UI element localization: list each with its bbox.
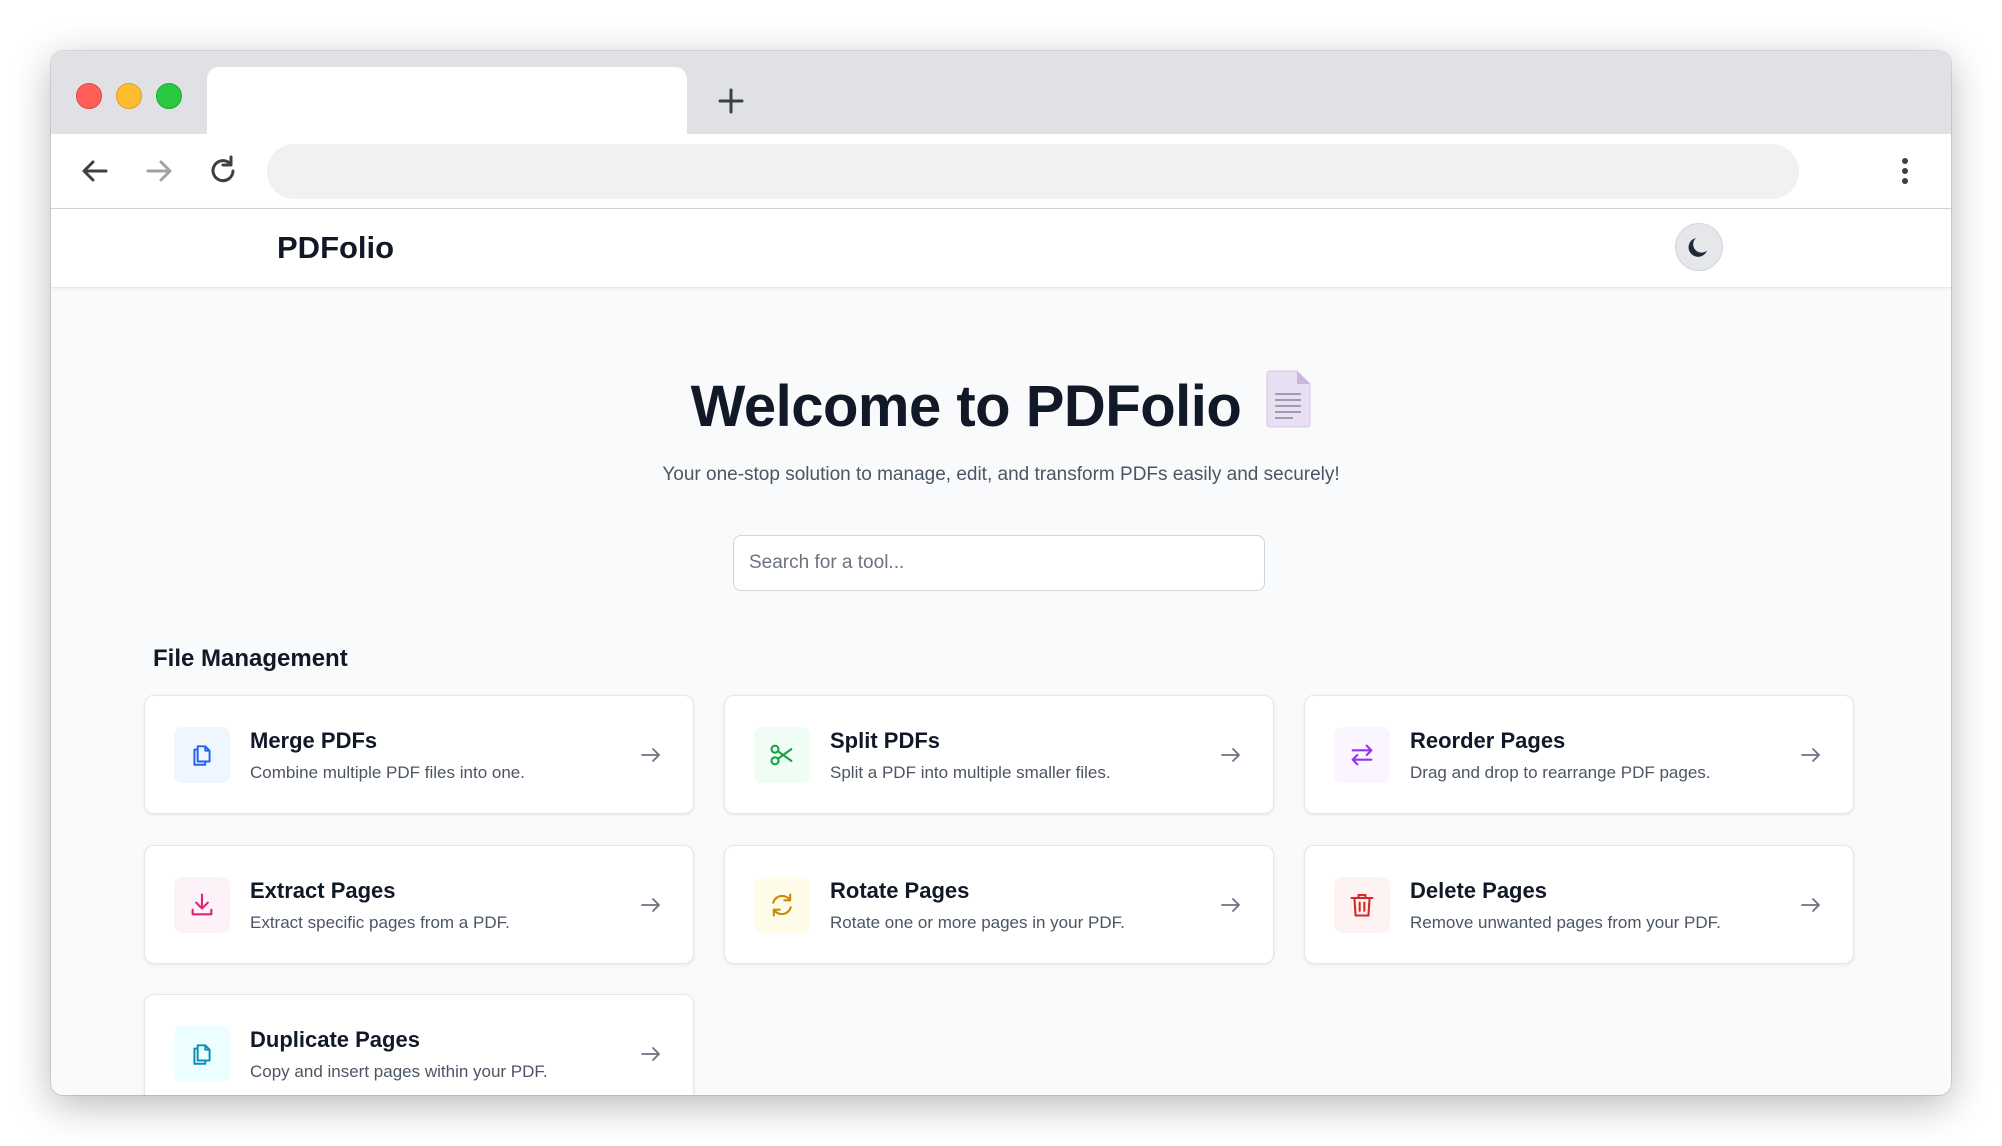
tool-title: Reorder Pages: [1410, 728, 1566, 753]
tab-strip: [51, 51, 1951, 134]
swap-arrows-icon: [1351, 744, 1373, 766]
arrow-right-icon: [641, 1047, 660, 1061]
forward-arrow-icon[interactable]: [142, 154, 176, 188]
tool-title: Delete Pages: [1410, 878, 1547, 903]
rotate-icon: [772, 893, 792, 917]
tool-description: Remove unwanted pages from your PDF.: [1410, 913, 1721, 932]
tool-description: Extract specific pages from a PDF.: [250, 913, 510, 932]
hero-subtitle: Your one-stop solution to manage, edit, …: [662, 464, 1340, 485]
scissors-icon: [770, 744, 793, 766]
brand-logo-text[interactable]: PDFolio: [277, 230, 394, 266]
tool-icon-box: [1334, 877, 1390, 933]
tool-title: Duplicate Pages: [250, 1027, 420, 1052]
browser-window: PDFolio Welcome to PDFolio Your one-stop…: [51, 51, 1951, 1095]
app-header: PDFolio: [51, 209, 1951, 288]
tool-icon-box: [174, 727, 230, 783]
tool-description: Split a PDF into multiple smaller files.: [830, 763, 1111, 782]
tool-title: Merge PDFs: [250, 728, 378, 753]
more-options-icon[interactable]: [1895, 154, 1915, 188]
moon-icon: [1688, 238, 1707, 257]
reload-icon[interactable]: [206, 154, 240, 188]
tool-icon-box: [754, 877, 810, 933]
duplicate-icon: [193, 1044, 211, 1065]
trash-icon: [1350, 894, 1374, 917]
back-arrow-icon[interactable]: [78, 154, 112, 188]
tool-search-input[interactable]: [733, 535, 1265, 591]
hero-title-text: Welcome to PDFolio: [690, 374, 1242, 439]
arrow-right-icon: [641, 898, 660, 912]
tool-title: Split PDFs: [830, 728, 941, 753]
download-icon: [191, 893, 213, 916]
tool-card-delete-pages[interactable]: Delete Pages Remove unwanted pages from …: [1304, 845, 1854, 964]
arrow-right-icon: [1221, 748, 1240, 762]
browser-toolbar: [51, 134, 1951, 209]
copy-icon: [193, 745, 211, 766]
tool-card-rotate-pages[interactable]: Rotate Pages Rotate one or more pages in…: [724, 845, 1274, 964]
arrow-right-icon: [1221, 898, 1240, 912]
tool-card-reorder-pages[interactable]: Reorder Pages Drag and drop to rearrange…: [1304, 695, 1854, 814]
tool-description: Rotate one or more pages in your PDF.: [830, 913, 1125, 932]
arrow-right-icon: [1801, 748, 1820, 762]
tool-description: Drag and drop to rearrange PDF pages.: [1410, 763, 1711, 782]
tool-card-duplicate-pages[interactable]: Duplicate Pages Copy and insert pages wi…: [144, 994, 694, 1095]
tool-icon-box: [174, 877, 230, 933]
browser-tab[interactable]: [207, 67, 687, 134]
tool-title: Rotate Pages: [830, 878, 970, 903]
tool-card-merge-pdfs[interactable]: Merge PDFs Combine multiple PDF files in…: [144, 695, 694, 814]
theme-toggle-button[interactable]: [1675, 223, 1723, 271]
new-tab-plus-icon[interactable]: [713, 83, 749, 119]
minimize-window-button[interactable]: [116, 83, 142, 109]
tool-description: Combine multiple PDF files into one.: [250, 763, 525, 782]
arrow-right-icon: [641, 748, 660, 762]
section-title-file-management: File Management: [153, 645, 348, 672]
maximize-window-button[interactable]: [156, 83, 182, 109]
arrow-right-icon: [1801, 898, 1820, 912]
tool-icon-box: [754, 727, 810, 783]
tool-icon-box: [1334, 727, 1390, 783]
document-icon: [1265, 370, 1311, 442]
tool-card-split-pdfs[interactable]: Split PDFs Split a PDF into multiple sma…: [724, 695, 1274, 814]
tool-icon-box: [174, 1026, 230, 1082]
tool-title: Extract Pages: [250, 878, 396, 903]
address-bar[interactable]: [267, 144, 1799, 199]
tool-description: Copy and insert pages within your PDF.: [250, 1062, 548, 1081]
close-window-button[interactable]: [76, 83, 102, 109]
hero-heading: Welcome to PDFolio: [51, 370, 1951, 442]
tool-card-extract-pages[interactable]: Extract Pages Extract specific pages fro…: [144, 845, 694, 964]
